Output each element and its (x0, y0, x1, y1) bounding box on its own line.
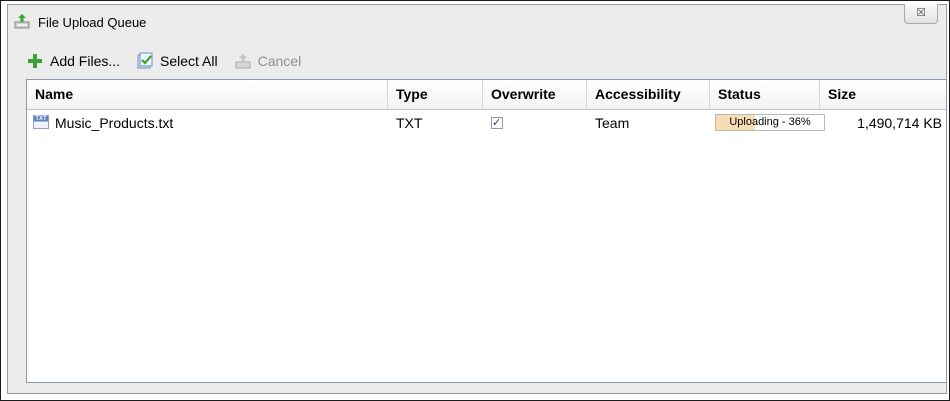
checkmark-icon: ✓ (492, 117, 502, 129)
upload-status-text: Uploading - 36% (729, 116, 811, 128)
select-all-icon (136, 52, 154, 70)
cell-type: TXT (396, 115, 423, 131)
column-header-type[interactable]: Type (388, 80, 483, 109)
add-files-button[interactable]: Add Files... (26, 52, 120, 70)
table-row[interactable]: TXT Music_Products.txt TXT ✓ Team Upload… (27, 110, 946, 136)
column-header-accessibility[interactable]: Accessibility (587, 80, 710, 109)
upload-queue-icon (14, 13, 30, 29)
cancel-button[interactable]: Cancel (234, 52, 302, 70)
column-header-status[interactable]: Status (710, 80, 820, 109)
close-icon: ☒ (916, 7, 926, 19)
overwrite-checkbox[interactable]: ✓ (491, 117, 503, 129)
upload-queue-table: Name Type Overwrite Accessibility Status… (26, 79, 947, 383)
upload-progress-bar: Uploading - 36% (715, 114, 825, 131)
plus-icon (26, 52, 44, 70)
cancel-label: Cancel (257, 53, 302, 69)
cell-accessibility: Team (595, 115, 630, 131)
toolbar: Add Files... Select All Cancel (26, 50, 317, 72)
column-header-name[interactable]: Name (27, 80, 388, 109)
file-name: Music_Products.txt (55, 115, 174, 131)
text-file-icon: TXT (33, 115, 49, 130)
file-upload-queue-window: File Upload Queue ☒ Add Files... Select … (7, 4, 947, 394)
table-header: Name Type Overwrite Accessibility Status… (27, 80, 946, 110)
select-all-label: Select All (160, 53, 218, 69)
cell-status: Uploading - 36% (710, 110, 825, 136)
title-bar: File Upload Queue ☒ (8, 4, 946, 37)
column-header-overwrite[interactable]: Overwrite (483, 80, 587, 109)
window-title: File Upload Queue (38, 15, 147, 30)
close-button[interactable]: ☒ (904, 4, 938, 24)
cell-overwrite: ✓ (483, 110, 587, 136)
select-all-button[interactable]: Select All (136, 52, 218, 70)
add-files-label: Add Files... (50, 53, 121, 69)
cell-size: 1,490,714 KB (857, 115, 942, 131)
cancel-upload-icon (234, 52, 252, 70)
cell-name: TXT Music_Products.txt (27, 110, 388, 136)
column-header-size[interactable]: Size (820, 80, 946, 109)
